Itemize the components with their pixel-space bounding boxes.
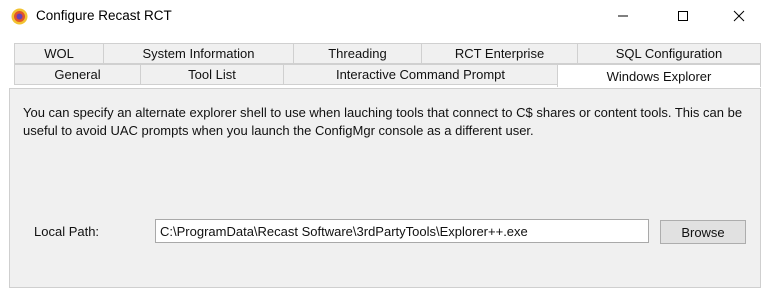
title-bar[interactable]: Configure Recast RCT xyxy=(0,0,768,34)
tab-label: General xyxy=(54,67,101,82)
window-title: Configure Recast RCT xyxy=(36,8,172,23)
local-path-input[interactable] xyxy=(155,219,649,243)
close-button[interactable] xyxy=(716,0,762,32)
tab-label: Threading xyxy=(328,46,387,61)
tab-windows-explorer[interactable]: Windows Explorer xyxy=(557,64,761,87)
configure-window: Configure Recast RCT WOL System Informat… xyxy=(0,0,768,288)
tab-sql-configuration[interactable]: SQL Configuration xyxy=(577,43,761,64)
local-path-label: Local Path: xyxy=(34,224,100,239)
tab-label: System Information xyxy=(142,46,255,61)
tab-label: Windows Explorer xyxy=(606,68,712,84)
tab-label: SQL Configuration xyxy=(615,46,723,61)
maximize-icon xyxy=(677,10,689,22)
tab-wol[interactable]: WOL xyxy=(14,43,104,64)
browse-button[interactable]: Browse xyxy=(660,220,746,244)
recast-logo-icon xyxy=(11,8,28,25)
maximize-button[interactable] xyxy=(660,0,706,32)
tab-interactive-command-prompt[interactable]: Interactive Command Prompt xyxy=(283,64,558,85)
tab-rct-enterprise[interactable]: RCT Enterprise xyxy=(421,43,578,64)
tab-general[interactable]: General xyxy=(14,64,141,85)
minimize-button[interactable] xyxy=(600,0,646,32)
tab-tool-list[interactable]: Tool List xyxy=(140,64,284,85)
tab-label: WOL xyxy=(44,46,74,61)
browse-button-label: Browse xyxy=(681,224,725,240)
tab-label: Interactive Command Prompt xyxy=(335,67,506,82)
close-icon xyxy=(733,10,745,22)
tab-label: RCT Enterprise xyxy=(454,46,545,61)
tab-system-information[interactable]: System Information xyxy=(103,43,294,64)
tab-threading[interactable]: Threading xyxy=(293,43,422,64)
minimize-icon xyxy=(617,10,629,22)
description-text: You can specify an alternate explorer sh… xyxy=(23,105,743,138)
tab-label: Tool List xyxy=(188,67,236,82)
